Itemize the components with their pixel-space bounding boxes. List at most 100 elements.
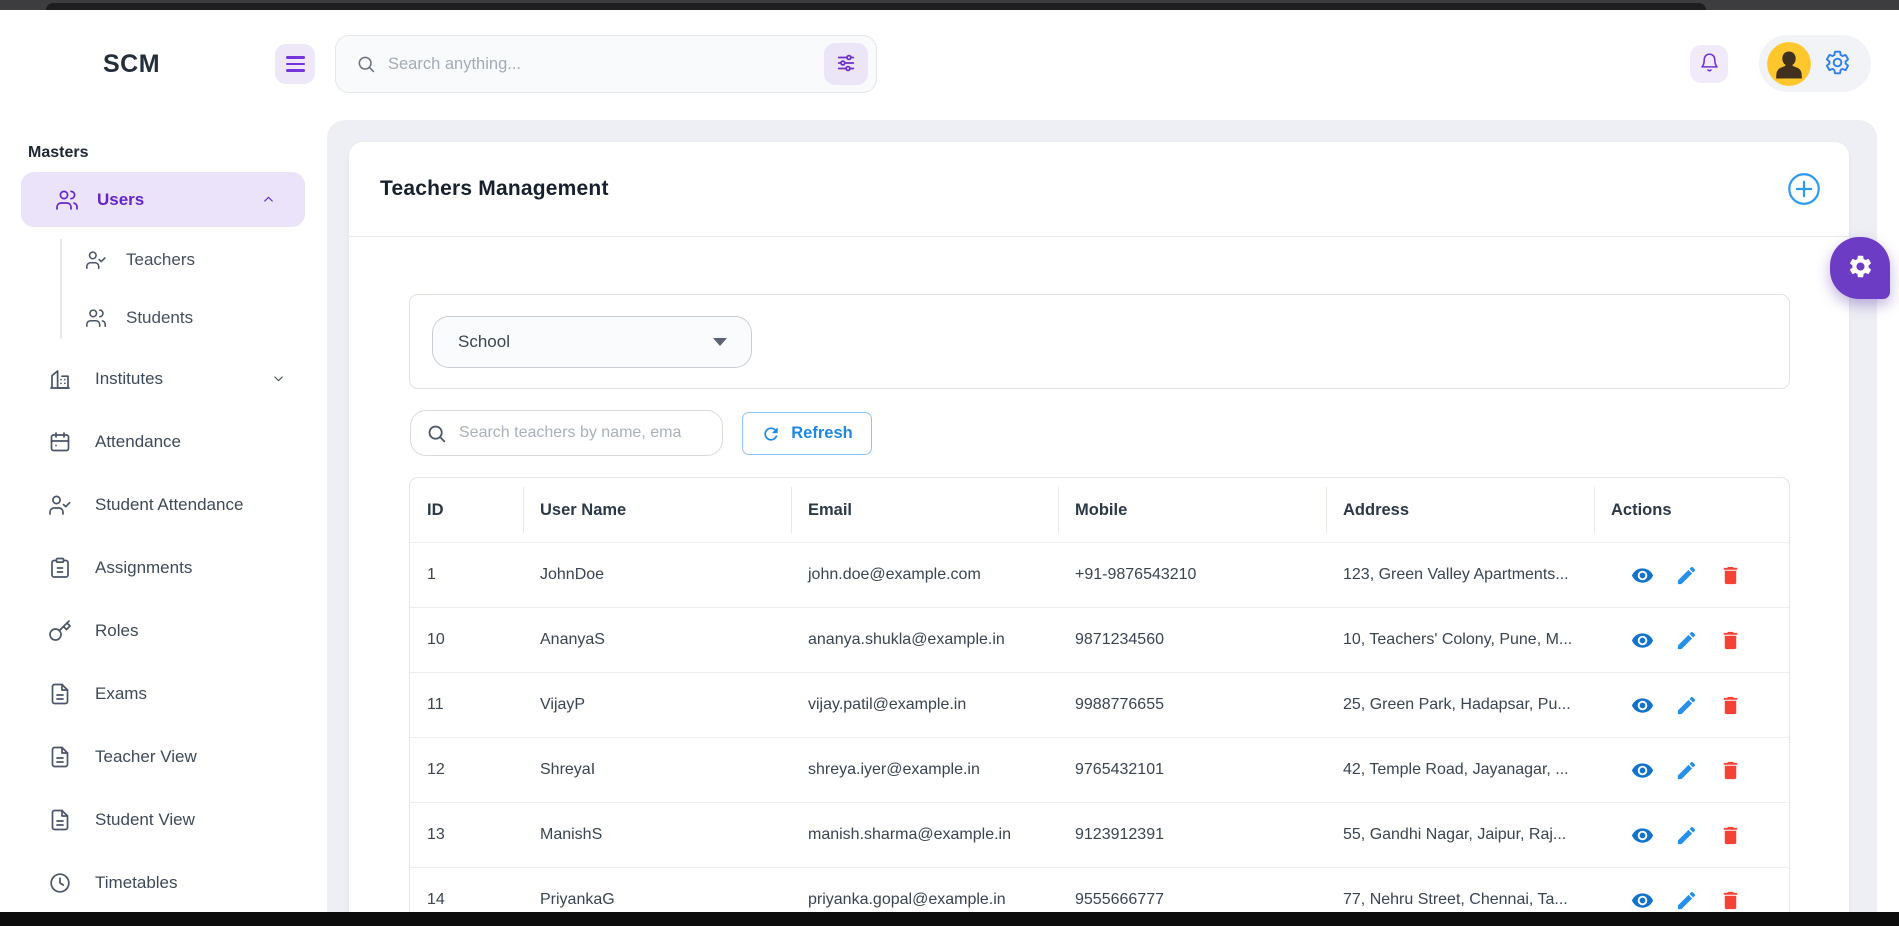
view-button[interactable]	[1631, 564, 1654, 587]
avatar[interactable]	[1767, 42, 1811, 86]
settings-fab[interactable]	[1830, 237, 1890, 299]
clock-icon	[48, 871, 72, 895]
cell-user-name: ManishS	[523, 803, 791, 867]
teachers-table: IDUser NameEmailMobileAddressActions 1 J…	[409, 477, 1790, 926]
sidebar-item-timetables[interactable]: Timetables	[0, 851, 312, 912]
sidebar-toggle-button[interactable]	[275, 44, 315, 84]
teachers-search-input[interactable]	[459, 424, 710, 442]
calendar-icon	[48, 430, 72, 454]
school-dropdown[interactable]: School	[432, 316, 752, 368]
column-header-id: ID	[410, 478, 523, 542]
table-row: 12 ShreyaI shreya.iyer@example.in 976543…	[410, 737, 1789, 802]
sidebar-item-users[interactable]: Users	[21, 172, 305, 227]
cell-user-name: AnanyaS	[523, 608, 791, 672]
sidebar-item-roles[interactable]: Roles	[0, 599, 312, 662]
global-search-input[interactable]	[388, 55, 812, 74]
notifications-button[interactable]	[1690, 45, 1728, 83]
view-button[interactable]	[1631, 629, 1654, 652]
gear-icon	[1847, 253, 1874, 283]
file-icon	[48, 682, 72, 706]
view-button[interactable]	[1631, 889, 1654, 912]
page-title: Teachers Management	[380, 177, 609, 201]
refresh-label: Refresh	[791, 424, 852, 443]
eye-icon	[1631, 889, 1654, 912]
view-button[interactable]	[1631, 759, 1654, 782]
card-header: Teachers Management	[349, 142, 1849, 237]
sliders-icon	[835, 52, 857, 77]
gear-icon	[1824, 49, 1851, 79]
sidebar-item-label: Institutes	[95, 369, 163, 389]
pencil-icon	[1675, 759, 1698, 782]
trash-icon	[1719, 694, 1742, 717]
cell-address: 123, Green Valley Apartments...	[1326, 543, 1594, 607]
delete-button[interactable]	[1719, 759, 1742, 782]
cell-email: ananya.shukla@example.in	[791, 608, 1058, 672]
sidebar-item-label: Student Attendance	[95, 495, 243, 515]
cell-email: shreya.iyer@example.in	[791, 738, 1058, 802]
sidebar-item-exams[interactable]: Exams	[0, 662, 312, 725]
cell-actions	[1594, 608, 1789, 672]
edit-button[interactable]	[1675, 694, 1698, 717]
teachers-search	[410, 410, 723, 456]
app-logo: SCM	[103, 50, 160, 79]
edit-button[interactable]	[1675, 889, 1698, 912]
column-header-email: Email	[791, 478, 1058, 542]
content-area: Teachers Management School	[327, 120, 1877, 926]
cell-mobile: 9871234560	[1058, 608, 1326, 672]
edit-button[interactable]	[1675, 564, 1698, 587]
add-teacher-button[interactable]	[1785, 170, 1823, 208]
cell-id: 13	[410, 803, 523, 867]
cell-email: manish.sharma@example.in	[791, 803, 1058, 867]
cell-user-name: JohnDoe	[523, 543, 791, 607]
sidebar-item-student-attendance[interactable]: Student Attendance	[0, 473, 312, 536]
edit-button[interactable]	[1675, 824, 1698, 847]
delete-button[interactable]	[1719, 564, 1742, 587]
search-icon	[356, 54, 376, 74]
refresh-button[interactable]: Refresh	[742, 412, 872, 455]
trash-icon	[1719, 824, 1742, 847]
delete-button[interactable]	[1719, 694, 1742, 717]
delete-button[interactable]	[1719, 889, 1742, 912]
column-header-address: Address	[1326, 478, 1594, 542]
sidebar-item-student-view[interactable]: Student View	[0, 788, 312, 851]
cell-mobile: 9123912391	[1058, 803, 1326, 867]
sidebar-item-label: Users	[97, 190, 144, 210]
pencil-icon	[1675, 889, 1698, 912]
table-row: 10 AnanyaS ananya.shukla@example.in 9871…	[410, 607, 1789, 672]
edit-button[interactable]	[1675, 759, 1698, 782]
sidebar-subitem-teachers[interactable]: Teachers	[0, 231, 312, 289]
users-icon	[55, 188, 79, 212]
cell-id: 1	[410, 543, 523, 607]
sidebar-subitem-students[interactable]: Students	[0, 289, 312, 347]
view-button[interactable]	[1631, 824, 1654, 847]
file-icon	[48, 808, 72, 832]
column-header-actions: Actions	[1594, 478, 1789, 542]
sidebar-item-institutes[interactable]: Institutes	[0, 347, 312, 410]
sidebar-item-teacher-view[interactable]: Teacher View	[0, 725, 312, 788]
search-filter-button[interactable]	[824, 43, 868, 85]
cell-mobile: 9988776655	[1058, 673, 1326, 737]
table-row: 13 ManishS manish.sharma@example.in 9123…	[410, 802, 1789, 867]
cell-email: john.doe@example.com	[791, 543, 1058, 607]
building-icon	[48, 367, 72, 391]
profile-pill	[1759, 35, 1871, 92]
delete-button[interactable]	[1719, 629, 1742, 652]
settings-button[interactable]	[1824, 49, 1851, 79]
window-chrome-top-inner	[46, 3, 1706, 10]
hamburger-icon	[286, 56, 305, 59]
delete-button[interactable]	[1719, 824, 1742, 847]
sidebar-item-attendance[interactable]: Attendance	[0, 410, 312, 473]
sidebar-item-label: Timetables	[95, 873, 178, 893]
file-icon	[48, 745, 72, 769]
sidebar-item-label: Teachers	[126, 250, 195, 270]
eye-icon	[1631, 824, 1654, 847]
sidebar-item-label: Exams	[95, 684, 147, 704]
sidebar-item-label: Roles	[95, 621, 138, 641]
filter-panel: School	[409, 294, 1790, 389]
sidebar-item-assignments[interactable]: Assignments	[0, 536, 312, 599]
cell-actions	[1594, 543, 1789, 607]
refresh-icon	[761, 424, 781, 444]
view-button[interactable]	[1631, 694, 1654, 717]
user-check-icon	[48, 493, 72, 517]
edit-button[interactable]	[1675, 629, 1698, 652]
